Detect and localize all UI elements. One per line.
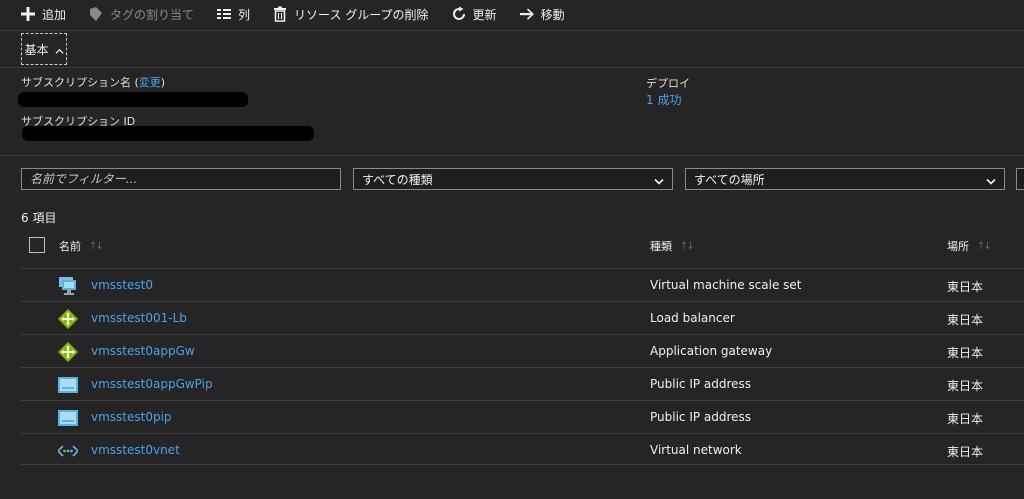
resource-type: Application gateway [650,344,773,358]
app-gateway-icon [58,342,78,362]
column-header-type[interactable]: 種類 ↑↓ [650,238,695,254]
resource-type: Public IP address [650,410,752,424]
command-bar: 追加 タグの割り当て 列 リソース グループの削除 更新 移動 [0,0,1024,28]
public-ip-icon [58,408,78,428]
type-filter-value: すべての種類 [362,172,433,187]
column-header-name[interactable]: 名前 ↑↓ [59,238,104,254]
deploy-status-link[interactable]: 1 成功 [646,91,681,108]
column-header-location[interactable]: 場所 ↑↓ [947,238,992,254]
type-filter-dropdown[interactable]: すべての種類 [353,168,673,190]
table-row[interactable]: vmsstest0 Virtual machine scale set 東日本 [21,268,1024,301]
table-row[interactable]: vmsstest0appGwPip Public IP address 東日本 [21,367,1024,400]
assign-tags-label: タグの割り当て [110,7,195,22]
resource-type: Virtual network [650,443,742,457]
resource-name-link[interactable]: vmsstest0 [91,278,153,292]
table-row[interactable]: vmsstest0appGw Application gateway 東日本 [21,334,1024,367]
resource-location: 東日本 [947,280,984,294]
extra-filter-dropdown[interactable] [1016,168,1024,190]
resource-type: Virtual machine scale set [650,278,802,292]
tag-icon [88,6,104,22]
name-filter-input[interactable] [30,172,340,186]
resource-location: 東日本 [947,313,984,327]
resource-type: Public IP address [650,377,752,391]
subscription-name-text: サブスクリプション名 ( [21,76,139,89]
sort-icon: ↑↓ [89,240,104,252]
resource-name-link[interactable]: vmsstest0pip [91,410,172,424]
sort-icon: ↑↓ [977,240,992,252]
location-filter-dropdown[interactable]: すべての場所 [685,168,1005,190]
move-label: 移動 [540,7,565,22]
name-filter[interactable] [21,168,341,190]
refresh-button[interactable]: 更新 [451,6,497,23]
table-row[interactable]: vmsstest0vnet Virtual network 東日本 [21,433,1024,466]
load-balancer-icon [58,309,78,329]
resource-name-link[interactable]: vmsstest0vnet [91,443,180,457]
arrow-right-icon [519,6,535,22]
redacted-subscription-name [18,92,248,107]
column-header-name-label: 名前 [59,240,81,253]
column-header-location-label: 場所 [947,240,969,253]
resource-location: 東日本 [947,346,984,360]
redacted-subscription-id [22,126,314,141]
resource-type: Load balancer [650,311,735,325]
resource-name-link[interactable]: vmsstest0appGw [91,344,195,358]
move-button[interactable]: 移動 [519,6,565,23]
resource-name-link[interactable]: vmsstest001-Lb [91,311,187,325]
divider [0,155,1024,156]
vnet-icon [56,441,80,461]
select-all-checkbox[interactable] [29,237,45,253]
resource-location: 東日本 [947,412,984,426]
delete-group-label: リソース グループの削除 [294,7,429,22]
table-row[interactable]: vmsstest0pip Public IP address 東日本 [21,400,1024,433]
trash-icon [272,6,288,22]
chevron-down-icon [986,175,996,185]
public-ip-icon [58,375,78,395]
add-label: 追加 [42,7,67,22]
assign-tags-button[interactable]: タグの割り当て [88,6,194,23]
change-subscription-link[interactable]: 変更 [139,76,161,89]
subscription-name-label: サブスクリプション名 (変更) [21,74,165,90]
table-row[interactable]: vmsstest001-Lb Load balancer 東日本 [21,301,1024,334]
sort-icon: ↑↓ [680,240,695,252]
divider [0,30,1024,31]
vmss-icon [58,276,78,296]
deploy-label: デプロイ [646,77,690,90]
item-count: 6 項目 [21,211,57,225]
table-bottom-border [21,464,1024,465]
resource-location: 東日本 [947,445,984,459]
essentials-tab-label: 基本 [24,42,49,57]
resource-name-link[interactable]: vmsstest0appGwPip [91,377,213,391]
essentials-toggle[interactable]: 基本 [21,33,67,65]
divider [0,67,1024,68]
refresh-icon [451,6,467,22]
delete-group-button[interactable]: リソース グループの削除 [272,6,429,23]
columns-label: 列 [238,7,251,22]
chevron-down-icon [654,175,664,185]
resource-location: 東日本 [947,379,984,393]
refresh-label: 更新 [472,7,497,22]
plus-icon [20,6,36,22]
chevron-up-icon [54,45,64,54]
columns-icon [216,6,232,22]
columns-button[interactable]: 列 [216,6,250,23]
add-button[interactable]: 追加 [20,6,66,23]
subscription-name-suffix: ) [160,76,166,89]
column-header-type-label: 種類 [650,240,672,253]
location-filter-value: すべての場所 [694,172,765,187]
